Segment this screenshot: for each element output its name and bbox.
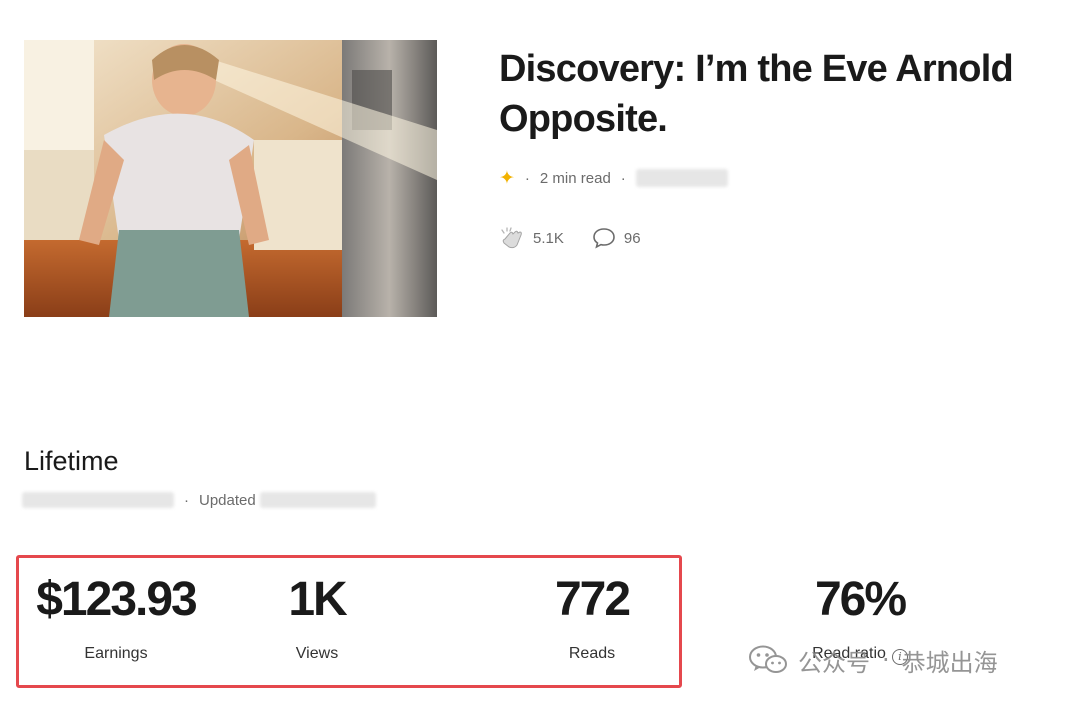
comment-icon <box>593 228 615 249</box>
article-title[interactable]: Discovery: I’m the Eve Arnold Opposite. <box>499 44 1059 144</box>
wechat-watermark: 公众号 · 恭城出海 <box>748 642 998 678</box>
story-stats-page: Discovery: I’m the Eve Arnold Opposite. … <box>0 0 1080 703</box>
lifetime-heading: Lifetime <box>24 446 119 476</box>
claps-stat[interactable]: 5.1K <box>499 226 564 250</box>
reads-label: Reads <box>568 645 616 662</box>
redacted-date-range <box>22 492 174 508</box>
star-icon: ✦ <box>499 167 515 189</box>
clap-icon <box>501 227 522 249</box>
read-ratio-value: 76% <box>814 573 907 626</box>
views-value: 1K <box>288 573 347 626</box>
article-meta: ✦ · 2 min read · <box>499 166 728 190</box>
engagement-stats: 5.1K 96 <box>499 226 669 250</box>
reads-value: 772 <box>554 573 631 626</box>
claps-count: 5.1K <box>533 229 564 247</box>
earnings-label: Earnings <box>84 645 148 662</box>
wechat-icon <box>749 645 787 673</box>
watermark-separator: · <box>882 646 890 674</box>
responses-stat[interactable]: 96 <box>592 227 641 249</box>
views-label: Views <box>295 645 339 662</box>
cover-illustration <box>24 40 437 317</box>
separator-dot: · <box>184 491 189 509</box>
separator-dot: · <box>620 169 626 187</box>
earnings-value: $123.93 <box>36 573 198 626</box>
lifetime-date-range: · Updated <box>22 489 376 511</box>
views-metric: 1K Views <box>262 575 372 663</box>
read-time: 2 min read <box>539 169 611 187</box>
watermark-account-type: 公众号 <box>798 648 870 677</box>
watermark-account-name: 恭城出海 <box>901 648 998 677</box>
earnings-metric: $123.93 Earnings <box>24 575 208 663</box>
article-cover-image[interactable] <box>24 40 437 317</box>
separator-dot: · <box>524 169 530 187</box>
redacted-updated-date <box>259 492 376 508</box>
updated-label: Updated <box>199 491 256 509</box>
reads-metric: 772 Reads <box>535 575 649 663</box>
redacted-date <box>635 169 728 187</box>
responses-count: 96 <box>623 229 641 247</box>
